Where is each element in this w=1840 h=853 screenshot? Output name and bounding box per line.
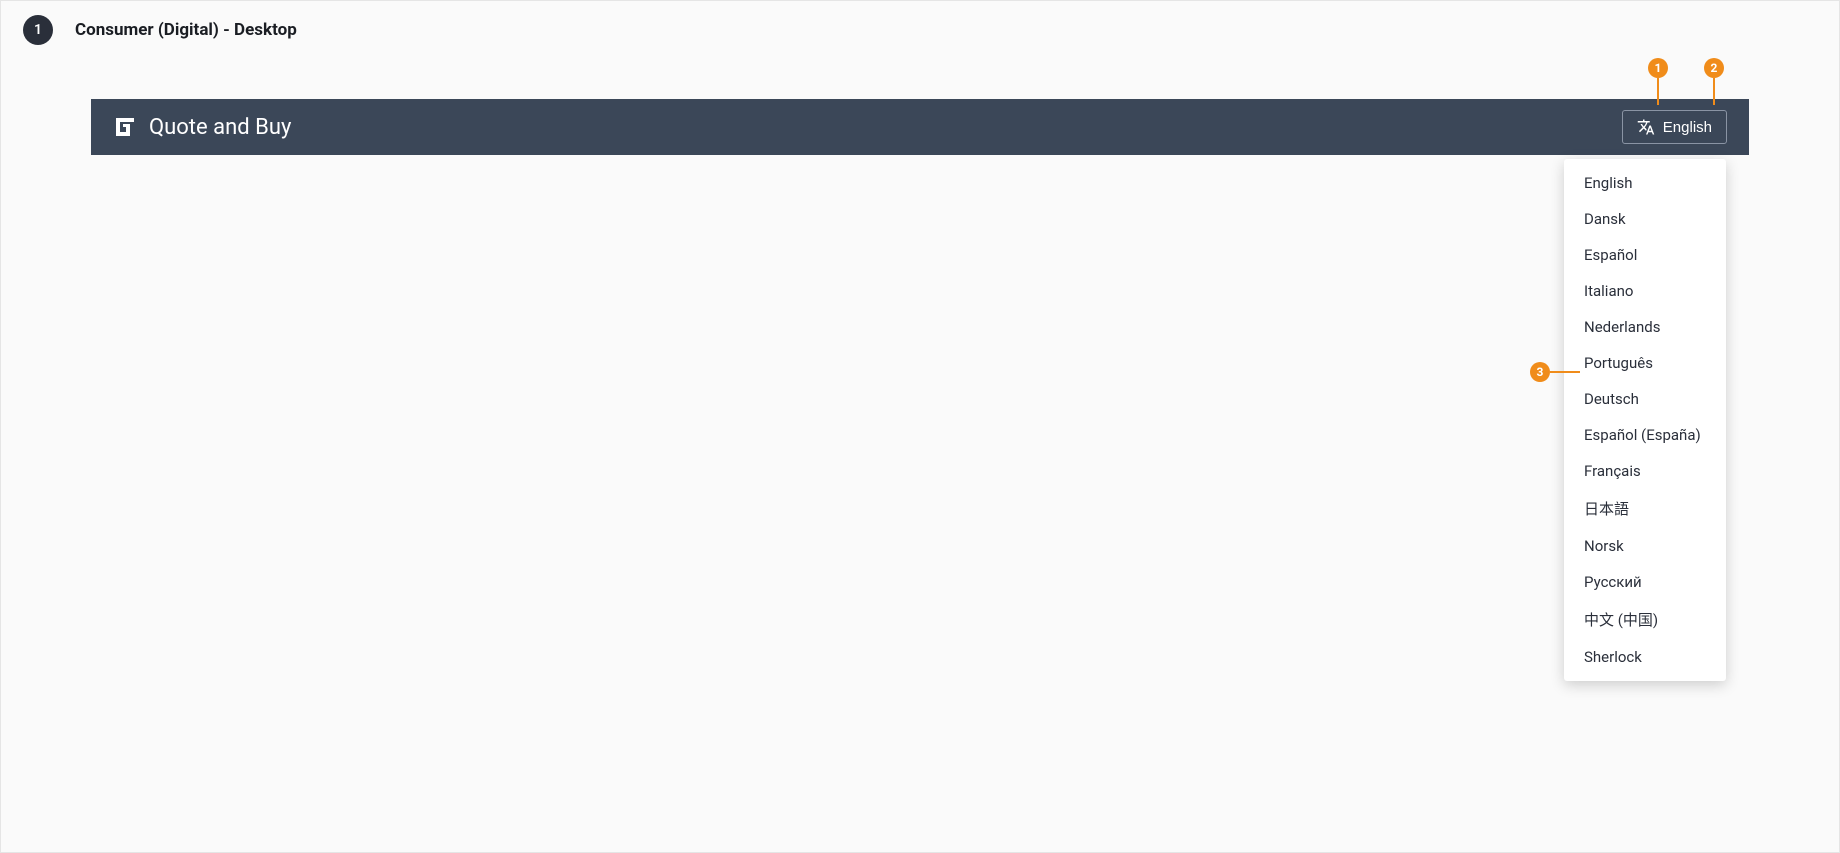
language-option[interactable]: Русский xyxy=(1564,564,1726,600)
annotation-marker-3: 3 xyxy=(1530,362,1550,382)
language-option[interactable]: Norsk xyxy=(1564,528,1726,564)
step-number: 1 xyxy=(34,22,42,38)
language-dropdown: English Dansk Español Italiano Nederland… xyxy=(1564,159,1726,681)
translate-icon xyxy=(1637,118,1655,136)
language-option[interactable]: Français xyxy=(1564,453,1726,489)
language-option[interactable]: 中文 (中国) xyxy=(1564,600,1726,639)
language-option[interactable]: English xyxy=(1564,165,1726,201)
language-option[interactable]: Português xyxy=(1564,345,1726,381)
language-button-label: English xyxy=(1663,119,1712,136)
annotation-line-1 xyxy=(1657,78,1659,105)
annotation-line-2 xyxy=(1713,78,1715,105)
language-option[interactable]: Español xyxy=(1564,237,1726,273)
brand-logo-icon xyxy=(113,115,137,139)
annotation-marker-1: 1 xyxy=(1648,58,1668,78)
brand-text: Quote and Buy xyxy=(149,115,291,140)
language-selector-button[interactable]: English xyxy=(1622,110,1727,144)
language-option[interactable]: Italiano xyxy=(1564,273,1726,309)
app-frame: 1 2 3 Quote and Buy English English Dans… xyxy=(91,99,1749,155)
step-number-badge: 1 xyxy=(23,15,53,45)
page-header: 1 Consumer (Digital) - Desktop xyxy=(1,1,1839,59)
annotation-line-3 xyxy=(1550,371,1580,373)
brand: Quote and Buy xyxy=(113,115,291,140)
language-option[interactable]: Nederlands xyxy=(1564,309,1726,345)
language-option[interactable]: Sherlock xyxy=(1564,639,1726,675)
language-option[interactable]: Dansk xyxy=(1564,201,1726,237)
language-option[interactable]: Deutsch xyxy=(1564,381,1726,417)
app-header: Quote and Buy English xyxy=(91,99,1749,155)
annotation-marker-2: 2 xyxy=(1704,58,1724,78)
page-title: Consumer (Digital) - Desktop xyxy=(75,20,297,40)
language-option[interactable]: 日本語 xyxy=(1564,489,1726,528)
language-option[interactable]: Español (España) xyxy=(1564,417,1726,453)
